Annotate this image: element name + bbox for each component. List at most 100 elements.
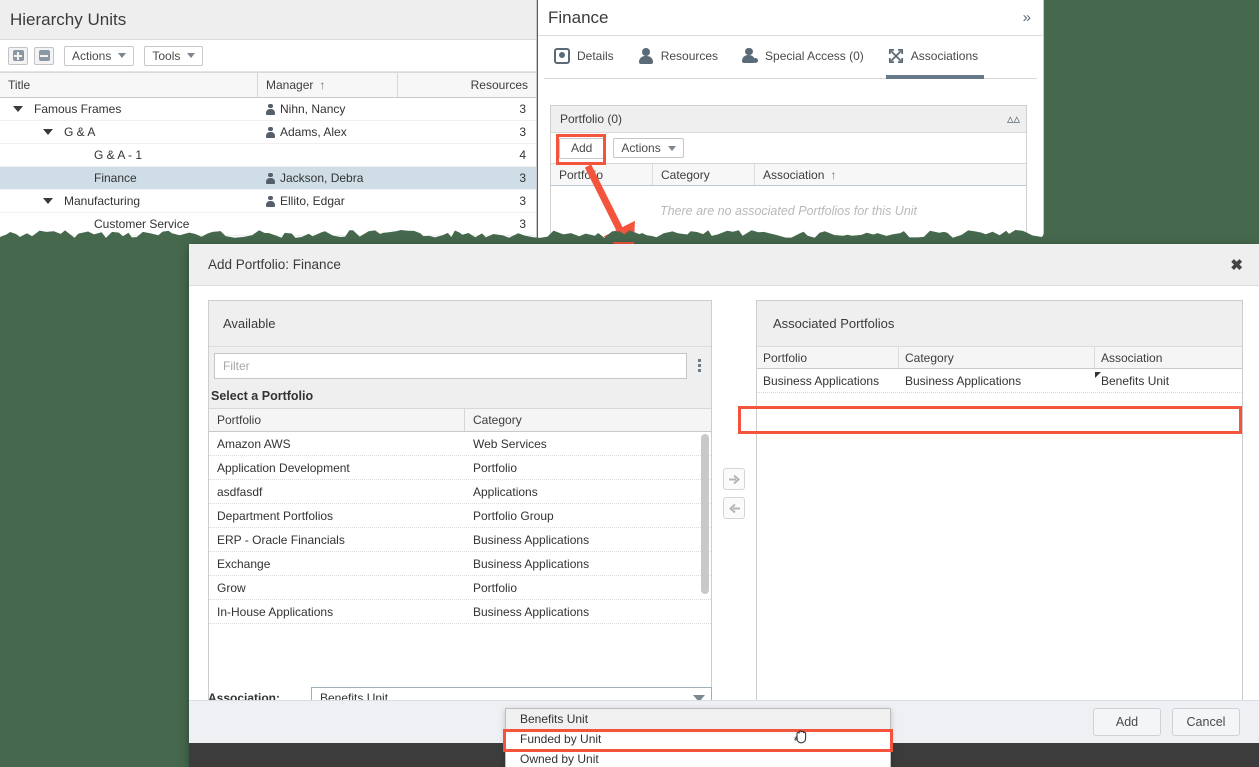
table-row[interactable]: Finance Jackson, Debra 3 xyxy=(0,167,536,190)
chevron-down-icon xyxy=(187,53,196,58)
person-icon xyxy=(266,195,275,207)
available-panel: Available Filter Select a Portfolio Port… xyxy=(208,300,712,724)
menu-item[interactable]: Benefits Unit xyxy=(506,709,890,729)
chevron-down-icon xyxy=(118,53,127,58)
row-title: G & A - 1 xyxy=(94,148,143,162)
table-row[interactable]: G & A Adams, Alex 3 xyxy=(0,121,536,144)
close-icon[interactable]: ✖ xyxy=(1230,256,1243,274)
associated-table-body: Business Applications Business Applicatio… xyxy=(757,369,1242,393)
column-header-manager[interactable]: Manager ↑ xyxy=(258,73,398,97)
expand-panel-icon[interactable]: » xyxy=(1023,9,1031,26)
available-table-header: Portfolio Category xyxy=(209,408,711,432)
cell-category: Portfolio xyxy=(473,460,518,475)
chevron-down-icon xyxy=(667,145,676,151)
arrow-right-icon xyxy=(728,474,740,484)
collapse-all-icon[interactable] xyxy=(34,46,54,65)
expander-icon[interactable] xyxy=(40,129,56,135)
column-header-portfolio[interactable]: Portfolio xyxy=(757,347,899,368)
column-header-category[interactable]: Category xyxy=(899,347,1095,368)
row-manager: Jackson, Debra xyxy=(280,171,364,185)
tab-associations[interactable]: Associations xyxy=(878,41,992,79)
row-resources: 3 xyxy=(519,194,526,208)
hierarchy-units-title-bar: Hierarchy Units xyxy=(0,0,536,40)
row-resources: 4 xyxy=(519,148,526,162)
associated-panel: Associated Portfolios Portfolio Category… xyxy=(756,300,1243,724)
menu-item[interactable]: Owned by Unit xyxy=(506,749,890,767)
dialog-header: Add Portfolio: Finance ✖ xyxy=(189,244,1259,286)
list-item[interactable]: Application Development Portfolio xyxy=(209,456,711,480)
tab-special-access-label: Special Access (0) xyxy=(765,48,864,63)
hierarchy-tools-button[interactable]: Tools xyxy=(144,45,204,66)
finance-title: Finance xyxy=(548,7,609,27)
transfer-controls xyxy=(712,300,756,724)
collapse-section-icon[interactable]: ▵▵ xyxy=(1007,111,1020,127)
available-header: Available xyxy=(209,301,711,347)
table-row[interactable]: Business Applications Business Applicatio… xyxy=(757,369,1242,393)
expander-icon[interactable] xyxy=(40,198,56,204)
cell-association[interactable]: Benefits Unit xyxy=(1095,371,1242,388)
column-header-title[interactable]: Title xyxy=(0,73,258,97)
column-header-association-label: Association xyxy=(763,167,825,182)
column-header-category[interactable]: Category xyxy=(465,409,711,431)
hierarchy-actions-button[interactable]: Actions xyxy=(64,45,135,66)
special-access-icon xyxy=(742,47,760,64)
finance-panel: Finance » Details Resources Special Acce… xyxy=(538,0,1044,240)
list-item[interactable]: Department Portfolios Portfolio Group xyxy=(209,504,711,528)
dialog-cancel-button[interactable]: Cancel xyxy=(1172,708,1240,736)
list-item[interactable]: asdfasdf Applications xyxy=(209,480,711,504)
search-input[interactable]: Filter xyxy=(214,352,687,379)
hierarchy-tools-label: Tools xyxy=(152,48,181,63)
cell-portfolio: Application Development xyxy=(217,460,350,475)
person-icon xyxy=(266,172,275,184)
move-left-button[interactable] xyxy=(723,497,745,519)
expand-all-icon[interactable] xyxy=(8,46,28,65)
details-icon xyxy=(554,47,570,64)
row-resources: 3 xyxy=(519,171,526,185)
list-item[interactable]: Grow Portfolio xyxy=(209,576,711,600)
column-header-manager-label: Manager xyxy=(266,78,314,92)
sort-ascending-icon: ↑ xyxy=(830,167,837,182)
row-resources: 3 xyxy=(519,102,526,116)
list-item[interactable]: In-House Applications Business Applicatio… xyxy=(209,600,711,624)
column-header-portfolio[interactable]: Portfolio xyxy=(551,164,653,185)
hierarchy-table-header: Title Manager ↑ Resources xyxy=(0,72,536,98)
column-header-association[interactable]: Association xyxy=(1095,347,1242,368)
tab-resources-label: Resources xyxy=(660,48,719,63)
edit-marker-icon xyxy=(1095,371,1101,378)
filter-row: Filter xyxy=(209,347,711,384)
menu-item[interactable]: Funded by Unit xyxy=(506,729,890,749)
column-header-resources[interactable]: Resources xyxy=(398,73,536,97)
table-row[interactable]: Famous Frames Nihn, Nancy 3 xyxy=(0,98,536,121)
tab-details[interactable]: Details xyxy=(544,41,628,78)
column-header-association[interactable]: Association ↑ xyxy=(755,164,1026,185)
vertical-scrollbar[interactable] xyxy=(701,434,709,594)
column-header-category[interactable]: Category xyxy=(653,164,755,185)
cell-portfolio: ERP - Oracle Financials xyxy=(217,532,345,547)
move-right-button[interactable] xyxy=(723,468,745,490)
portfolio-actions-button[interactable]: Actions xyxy=(613,138,684,158)
associated-table-header: Portfolio Category Association xyxy=(757,347,1242,369)
list-item[interactable]: Amazon AWS Web Services xyxy=(209,432,711,456)
cell-category: Web Services xyxy=(473,436,547,451)
list-item[interactable]: ERP - Oracle Financials Business Applicat… xyxy=(209,528,711,552)
portfolio-add-button[interactable]: Add xyxy=(559,137,605,159)
associations-icon xyxy=(888,48,904,64)
tab-special-access[interactable]: Special Access (0) xyxy=(732,41,878,78)
table-row[interactable]: G & A - 1 4 xyxy=(0,144,536,167)
tab-resources[interactable]: Resources xyxy=(628,41,732,78)
list-item[interactable]: Exchange Business Applications xyxy=(209,552,711,576)
row-manager: Ellito, Edgar xyxy=(280,194,345,208)
portfolio-section-title: Portfolio (0) xyxy=(560,112,623,126)
expander-icon[interactable] xyxy=(10,106,26,112)
column-header-portfolio[interactable]: Portfolio xyxy=(209,409,465,431)
page-title: Hierarchy Units xyxy=(10,9,127,29)
search-input-placeholder: Filter xyxy=(223,358,250,373)
vertical-dots-icon[interactable] xyxy=(693,359,705,372)
row-manager: Nihn, Nancy xyxy=(280,102,346,116)
dialog-add-button[interactable]: Add xyxy=(1093,708,1161,736)
cell-category: Business Applications xyxy=(473,532,590,547)
person-icon xyxy=(266,126,275,138)
row-manager: Adams, Alex xyxy=(280,125,347,139)
table-row[interactable]: Manufacturing Ellito, Edgar 3 xyxy=(0,190,536,213)
dialog-title: Add Portfolio: Finance xyxy=(208,257,341,272)
